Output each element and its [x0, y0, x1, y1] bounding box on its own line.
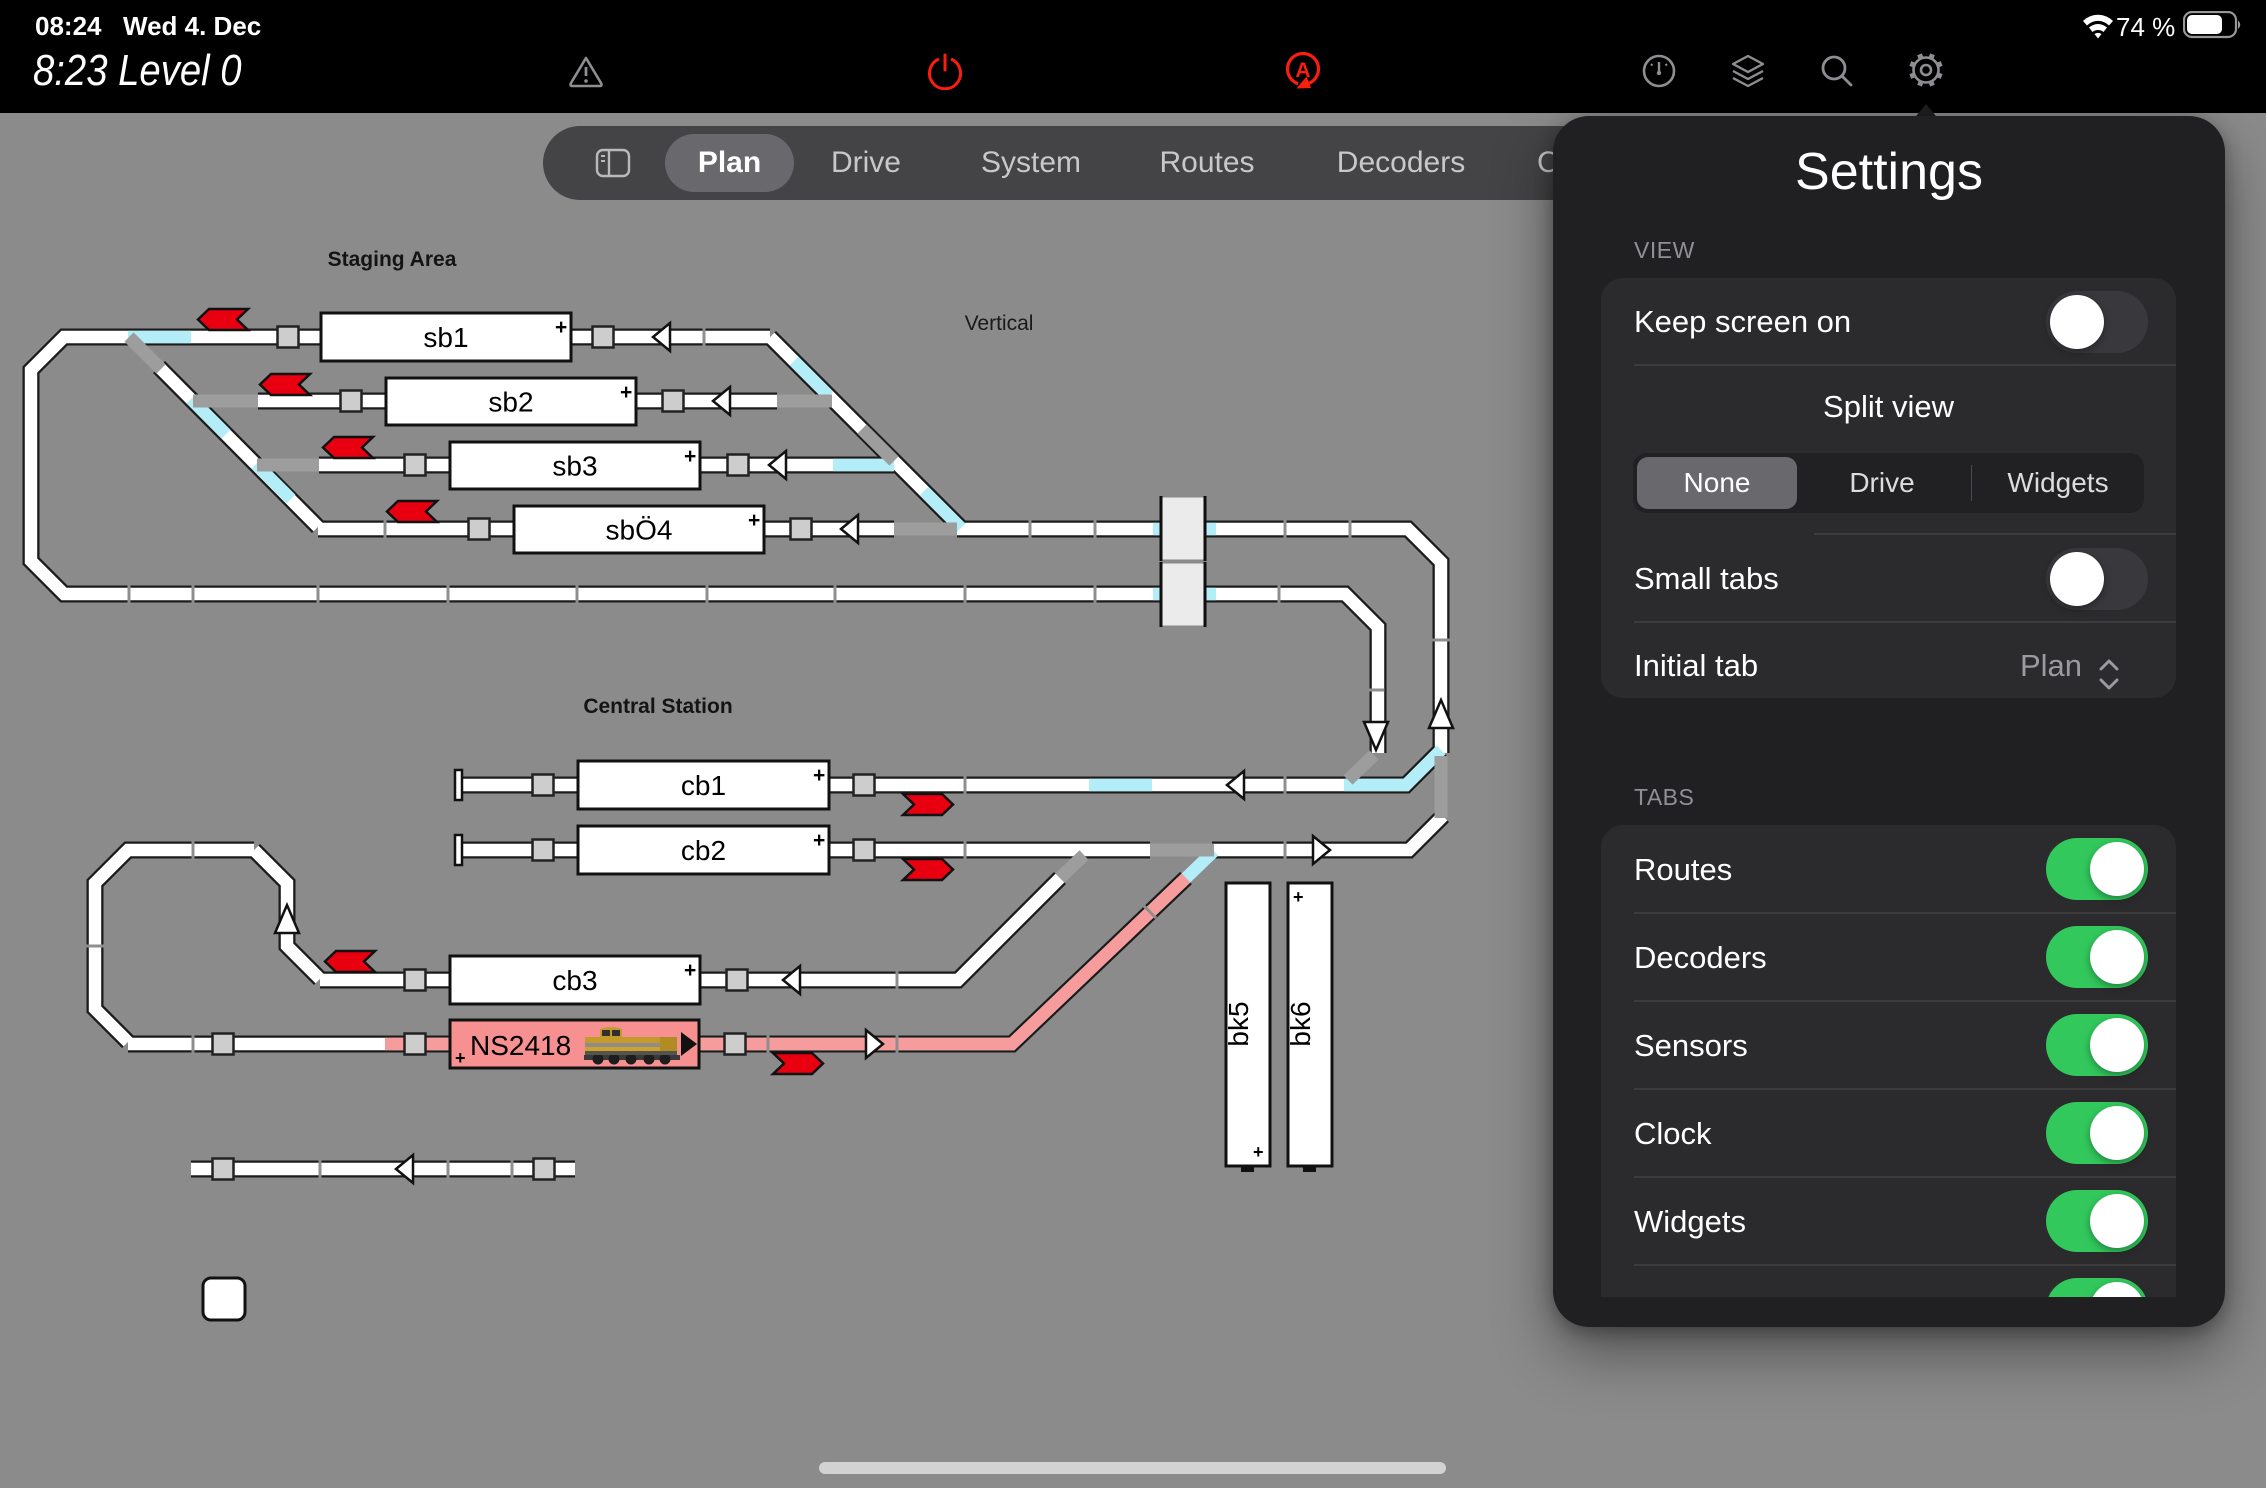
svg-text:sb2: sb2	[488, 387, 533, 418]
svg-text:+: +	[620, 381, 632, 404]
svg-text:cb1: cb1	[681, 770, 726, 801]
svg-text:Central Station: Central Station	[583, 695, 732, 718]
svg-text:A: A	[1295, 59, 1310, 82]
svg-text:sbÖ4: sbÖ4	[606, 515, 673, 546]
svg-text:bk5: bk5	[1223, 1001, 1254, 1046]
svg-text:+: +	[684, 959, 696, 982]
svg-text:+: +	[813, 764, 825, 787]
svg-text:+: +	[813, 829, 825, 852]
svg-text:cb2: cb2	[681, 835, 726, 866]
svg-text:+: +	[1293, 887, 1304, 907]
svg-text:Vertical: Vertical	[965, 312, 1034, 335]
svg-text:+: +	[555, 316, 567, 339]
svg-text:+: +	[455, 1048, 466, 1068]
svg-text:+: +	[748, 509, 760, 532]
svg-text:sb3: sb3	[552, 451, 597, 482]
svg-text:NS2418: NS2418	[470, 1030, 571, 1061]
svg-text:cb3: cb3	[552, 965, 597, 996]
svg-text:+: +	[684, 445, 696, 468]
svg-text:sb1: sb1	[423, 322, 468, 353]
svg-text:bk6: bk6	[1285, 1001, 1316, 1046]
svg-text:+: +	[1253, 1142, 1264, 1162]
svg-text:Staging Area: Staging Area	[328, 248, 457, 271]
